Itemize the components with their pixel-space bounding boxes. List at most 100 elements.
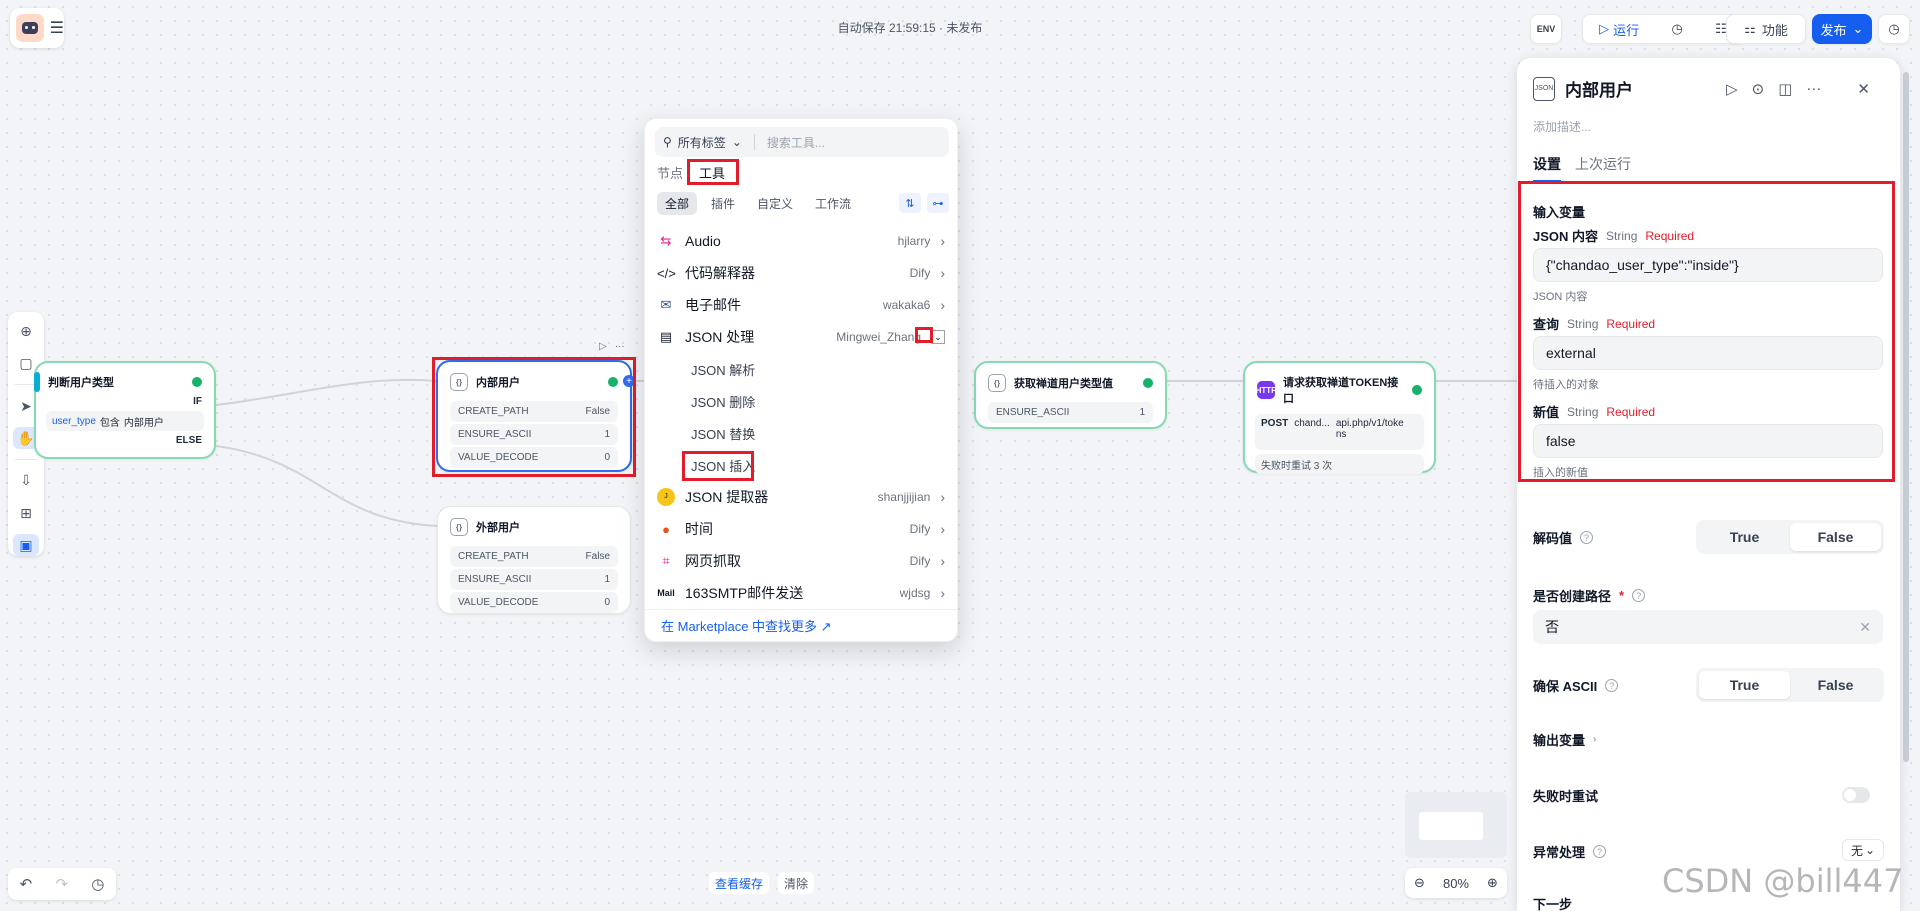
tool-item-json[interactable]: ▤ JSON 处理 Mingwei_Zhang ⌄: [651, 321, 951, 353]
cat-workflow[interactable]: 工作流: [807, 192, 859, 215]
code-icon: </>: [657, 265, 676, 281]
param-row: CREATE_PATH False: [450, 401, 618, 422]
exception-label: 异常处理?: [1533, 842, 1607, 861]
panel-title[interactable]: 内部用户: [1565, 76, 1633, 101]
add-next-node-icon[interactable]: +: [623, 375, 635, 387]
tab-settings[interactable]: 设置: [1533, 154, 1561, 182]
decode-label: 解码值?: [1533, 528, 1594, 547]
clear-button[interactable]: 清除: [778, 872, 815, 894]
json-extractor-icon: J: [657, 488, 675, 506]
tool-action[interactable]: JSON 替换: [651, 417, 951, 449]
tag-filter[interactable]: 所有标签: [678, 134, 726, 151]
tab-tools[interactable]: 工具: [699, 163, 725, 182]
help-icon[interactable]: ⊙: [1752, 80, 1765, 98]
retry-badge: 失败时重试 3 次: [1255, 454, 1424, 474]
zoom-out-icon[interactable]: ⊖: [1414, 875, 1425, 891]
input-vars-heading: 输入变量: [1533, 205, 1586, 220]
cat-custom[interactable]: 自定义: [749, 192, 801, 215]
tool-action-json-insert[interactable]: JSON 插入: [651, 449, 951, 481]
filter-icon: ⚲: [663, 135, 672, 149]
output-vars-heading[interactable]: 输出变量 ›: [1533, 730, 1596, 749]
close-icon[interactable]: ✕: [1857, 80, 1870, 98]
more-icon[interactable]: ···: [615, 341, 625, 352]
minimap-toggle-icon[interactable]: ▣: [13, 534, 39, 557]
menu-icon[interactable]: ☰: [50, 18, 64, 38]
ensure-ascii-toggle[interactable]: True False: [1696, 668, 1884, 702]
retry-toggle[interactable]: [1842, 787, 1870, 803]
run-group: ▷ 运行 ◷ ☷: [1582, 14, 1744, 44]
tool-item[interactable]: </> 代码解释器 Dify ›: [651, 257, 951, 289]
decode-toggle[interactable]: True False: [1696, 520, 1884, 554]
tool-item[interactable]: ✉ 电子邮件 wakaka6 ›: [651, 289, 951, 321]
ensure-ascii-false[interactable]: False: [1790, 671, 1881, 699]
chevron-down-icon[interactable]: ⌄: [931, 330, 945, 344]
tool-item[interactable]: ● 时间 Dify ›: [651, 513, 951, 545]
description-field[interactable]: 添加描述...: [1533, 118, 1591, 135]
play-icon[interactable]: ▷: [1726, 80, 1738, 98]
tool-item[interactable]: ⌗ 网页抓取 Dify ›: [651, 545, 951, 577]
view-cache-button[interactable]: 查看缓存: [709, 872, 770, 894]
mail-icon: Mail: [657, 588, 675, 598]
minimap[interactable]: [1405, 792, 1507, 858]
publish-button[interactable]: 发布 ⌄: [1812, 14, 1872, 44]
more-icon[interactable]: ···: [1806, 80, 1821, 98]
tool-item[interactable]: J JSON 提取器 shanjjijian ›: [651, 481, 951, 513]
env-button[interactable]: ENV: [1530, 14, 1562, 44]
cat-all[interactable]: 全部: [657, 191, 698, 215]
run-button[interactable]: ▷ 运行: [1599, 20, 1639, 39]
search-input[interactable]: 搜索工具...: [767, 134, 825, 151]
url-var: chand...: [1294, 418, 1330, 429]
node-get-user-type-value[interactable]: {} 获取禅道用户类型值 ENSURE_ASCII 1: [974, 361, 1167, 429]
tab-last-run[interactable]: 上次运行: [1575, 154, 1631, 182]
marketplace-link[interactable]: 在 Marketplace 中查找更多 ↗: [645, 609, 957, 641]
node-title: 请求获取禅道TOKEN接口: [1283, 377, 1399, 405]
tool-item[interactable]: Mail 163SMTP邮件发送 wjdsg ›: [651, 577, 951, 609]
ensure-ascii-true[interactable]: True: [1699, 671, 1790, 699]
play-icon[interactable]: ▷: [599, 341, 607, 352]
history-icon[interactable]: ◷: [1672, 21, 1683, 37]
panel-scrollbar[interactable]: [1903, 72, 1909, 762]
json-content-input[interactable]: {"chandao_user_type":"inside"}: [1533, 248, 1883, 282]
zoom-level[interactable]: 80%: [1443, 876, 1469, 891]
tool-item[interactable]: ⇆ Audio hjlarry ›: [651, 225, 951, 257]
param-row: VALUE_DECODE 0: [450, 447, 618, 468]
decode-false[interactable]: False: [1790, 523, 1881, 551]
redo-icon[interactable]: ↷: [55, 875, 68, 893]
features-button[interactable]: ⚏ 功能: [1726, 14, 1806, 44]
tab-nodes[interactable]: 节点: [657, 163, 683, 182]
create-path-select[interactable]: 否 ✕: [1533, 610, 1883, 644]
tool-action[interactable]: JSON 删除: [651, 385, 951, 417]
add-node-icon[interactable]: ⊕: [13, 320, 39, 342]
sort-icon[interactable]: ⇅: [899, 193, 921, 213]
node-title: 内部用户: [476, 377, 520, 389]
split-view-icon[interactable]: ◫: [1778, 80, 1792, 98]
node-request-token[interactable]: HTTP 请求获取禅道TOKEN接口 POST chand... api.php/…: [1243, 361, 1436, 474]
zoom-in-icon[interactable]: ⊕: [1487, 875, 1498, 891]
organize-icon[interactable]: ⊞: [13, 502, 39, 524]
env-label: ENV: [1536, 24, 1556, 34]
http-method: POST: [1261, 418, 1289, 429]
node-quick-actions[interactable]: ▷ ···: [599, 341, 625, 352]
tool-action[interactable]: JSON 解析: [651, 353, 951, 385]
next-step-heading: 下一步: [1533, 897, 1573, 911]
retry-label: 失败时重试: [1533, 789, 1599, 804]
undo-icon[interactable]: ↶: [20, 875, 33, 893]
else-label: ELSE: [175, 435, 202, 446]
history-icon[interactable]: ◷: [91, 875, 104, 893]
new-value-input[interactable]: false: [1533, 424, 1883, 458]
node-external-user[interactable]: {} 外部用户 CREATE_PATH False ENSURE_ASCII 1 VA…: [437, 506, 631, 614]
request-summary: POST chand... api.php/v1/tokens: [1255, 414, 1424, 450]
cat-plugin[interactable]: 插件: [703, 192, 743, 215]
query-input[interactable]: external: [1533, 336, 1883, 370]
clear-icon: ✕: [1859, 618, 1871, 635]
tree-view-icon[interactable]: ⊶: [927, 193, 949, 213]
node-judge-user-type[interactable]: 判断用户类型 IF user_type 包含 内部用户 ELSE: [34, 361, 216, 459]
export-image-icon[interactable]: ⇩: [13, 470, 39, 492]
node-internal-user[interactable]: {} 内部用户 CREATE_PATH False ENSURE_ASCII 1 VA…: [436, 360, 632, 472]
decode-true[interactable]: True: [1699, 523, 1790, 551]
exception-select[interactable]: 无 ⌄: [1842, 839, 1884, 861]
app-logo[interactable]: ☰: [10, 8, 64, 48]
version-history-button[interactable]: ◷: [1878, 14, 1910, 44]
clock-icon: ●: [662, 521, 670, 537]
run-label: 运行: [1613, 22, 1640, 38]
